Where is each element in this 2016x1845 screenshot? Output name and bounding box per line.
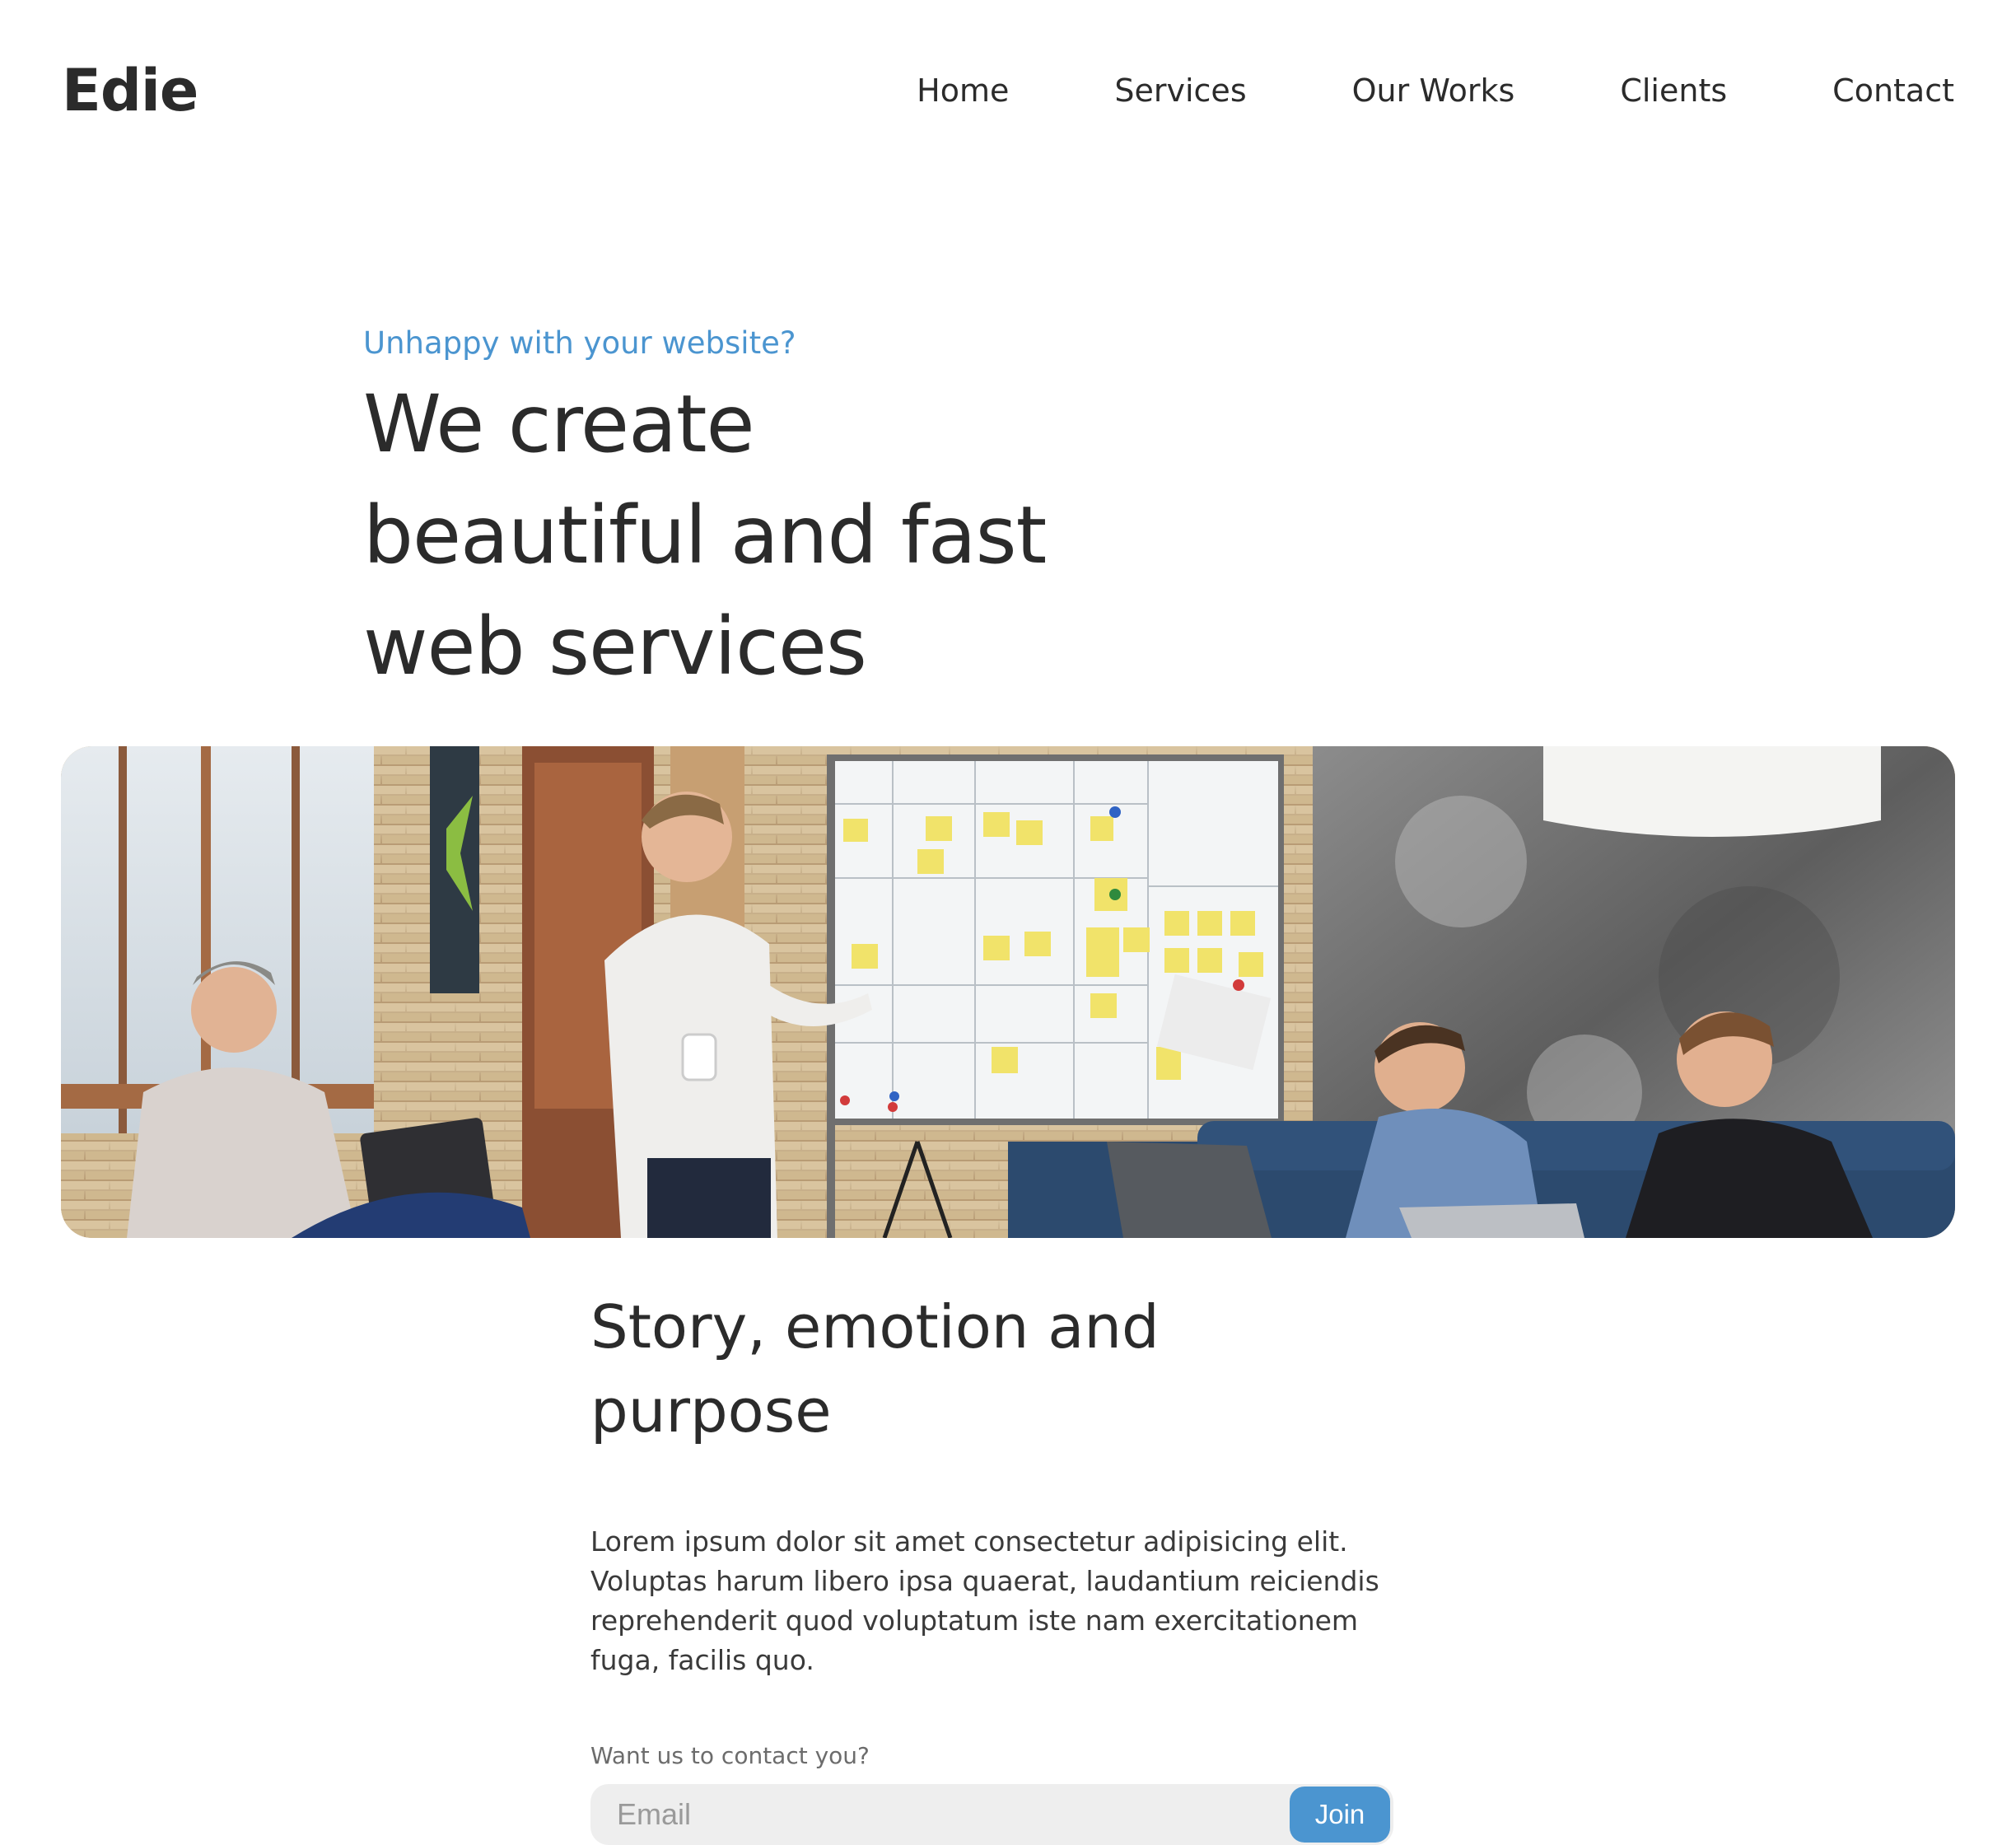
story-title-line: Story, emotion and [590, 1292, 1160, 1362]
contact-form: Join [590, 1784, 1393, 1845]
nav-link-clients[interactable]: Clients [1620, 72, 1727, 109]
team-meeting-illustration [61, 746, 1955, 1238]
site-header: Edie Home Services Our Works Clients Con… [62, 49, 1954, 132]
hero-headline-line: web services [363, 600, 867, 693]
hero-eyebrow: Unhappy with your website? [363, 325, 796, 361]
email-input[interactable] [590, 1784, 1290, 1845]
main-nav: Home Services Our Works Clients Contact [917, 72, 1954, 109]
hero-headline: We create beautiful and fast web service… [363, 369, 1187, 703]
hero-headline-line: beautiful and fast [363, 489, 1047, 582]
nav-link-our-works[interactable]: Our Works [1352, 72, 1515, 109]
hero-headline-line: We create [363, 378, 755, 470]
nav-link-home[interactable]: Home [917, 72, 1009, 109]
nav-link-services[interactable]: Services [1114, 72, 1246, 109]
story-title-line: purpose [590, 1376, 832, 1446]
nav-link-contact[interactable]: Contact [1832, 72, 1954, 109]
story-body-text: Lorem ipsum dolor sit amet consectetur a… [590, 1525, 1379, 1676]
hero-banner-image [61, 746, 1955, 1238]
site-logo[interactable]: Edie [62, 57, 198, 124]
contact-prompt-label: Want us to contact you? [590, 1742, 870, 1769]
join-button[interactable]: Join [1290, 1787, 1390, 1843]
story-title: Story, emotion and purpose [590, 1285, 1249, 1453]
